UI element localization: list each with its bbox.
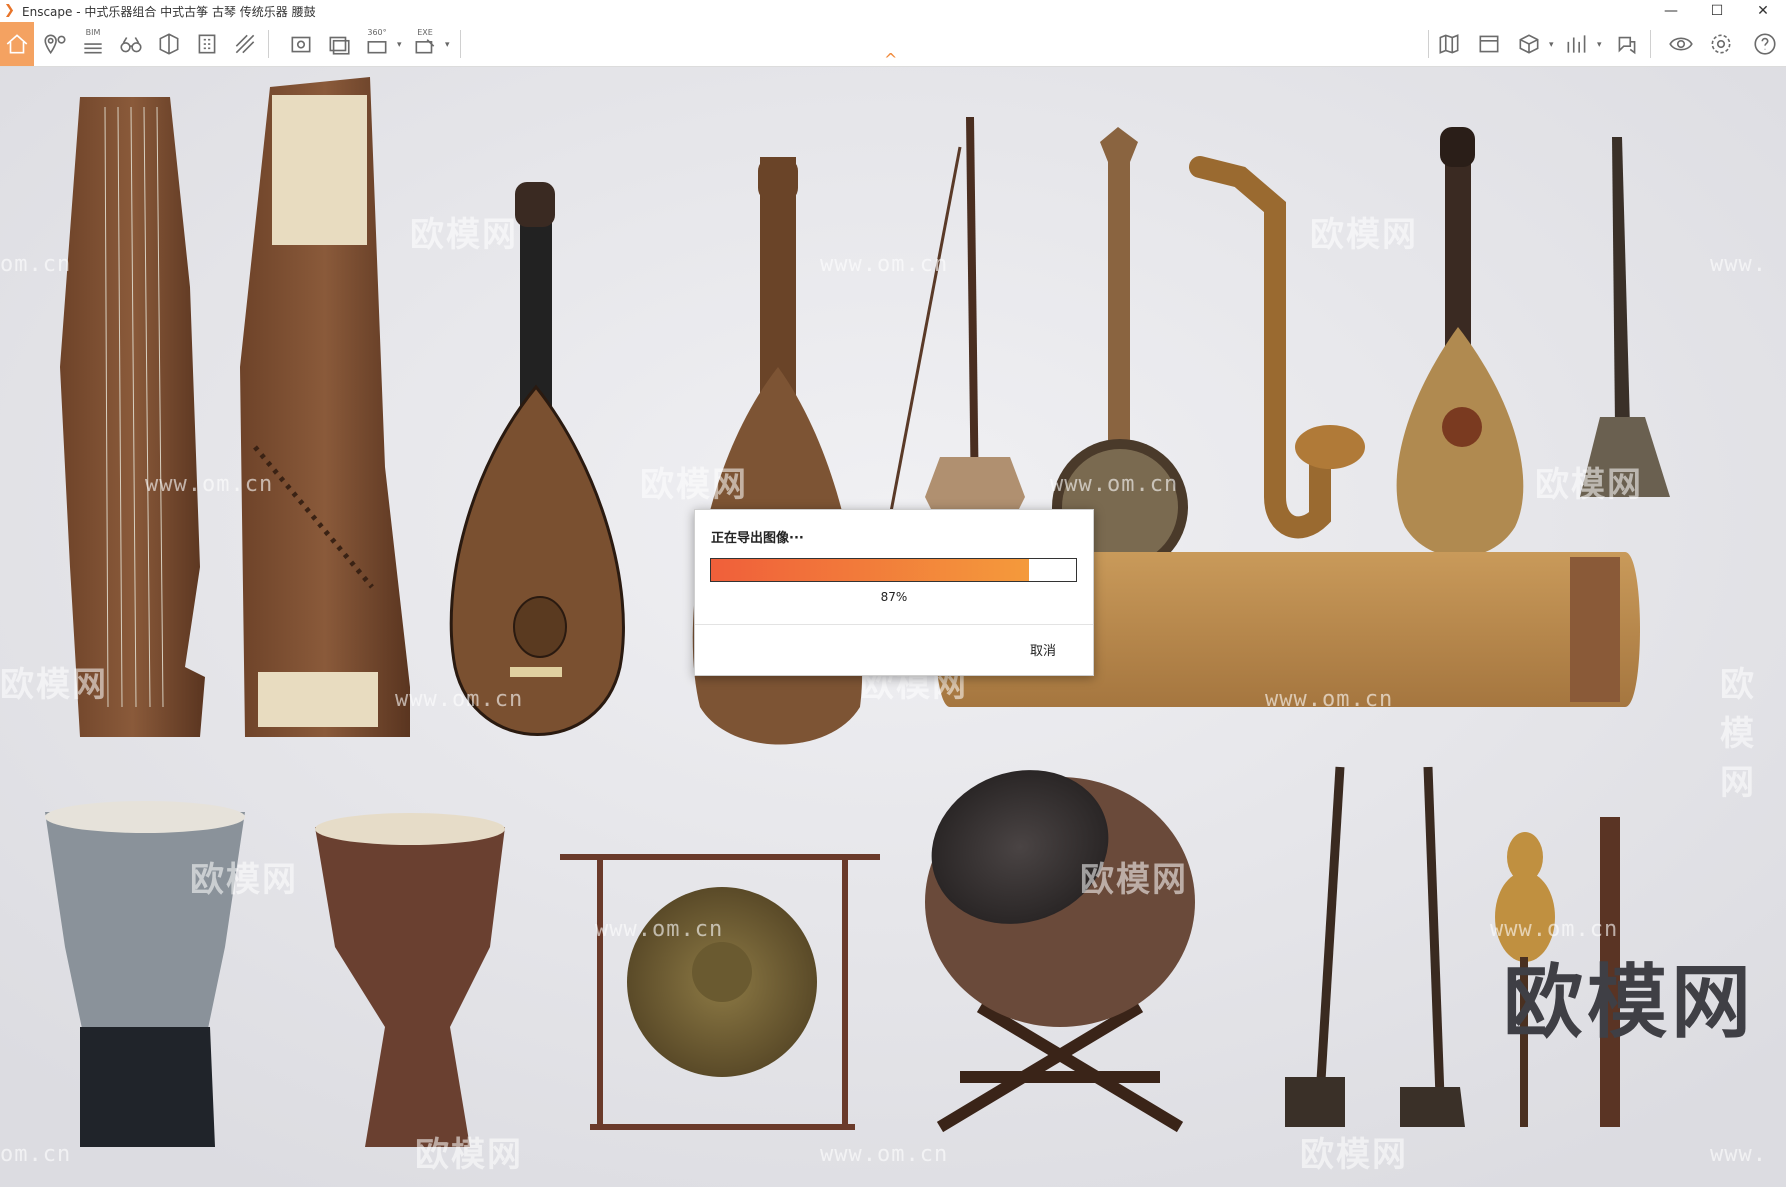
help-icon bbox=[1754, 33, 1776, 55]
materials-button[interactable] bbox=[228, 26, 262, 62]
watermark-brand: 欧模网 bbox=[1535, 465, 1643, 505]
watermark-url: www.om.cn bbox=[395, 687, 524, 712]
help-button[interactable] bbox=[1748, 26, 1782, 62]
watermark-brand: 欧模网 bbox=[1300, 1135, 1408, 1175]
batch-images-icon bbox=[329, 36, 350, 55]
home-button[interactable] bbox=[0, 22, 34, 66]
map-icon bbox=[1439, 34, 1459, 54]
watermark-brand: 欧模网 bbox=[1310, 215, 1418, 255]
toolbar-separator bbox=[268, 30, 269, 58]
camera-capture-icon bbox=[291, 36, 311, 53]
watermark-url: www.om.cn bbox=[1265, 687, 1394, 712]
views-icon bbox=[1479, 35, 1499, 53]
close-button[interactable]: ✕ bbox=[1740, 0, 1786, 22]
settings-button[interactable] bbox=[1704, 26, 1738, 62]
sync-button[interactable] bbox=[152, 26, 186, 62]
section-button[interactable] bbox=[1560, 26, 1594, 62]
watermark-url-partial: www. bbox=[1710, 252, 1767, 277]
material-edit-icon bbox=[235, 34, 255, 54]
watermark-url: www.om.cn bbox=[1050, 472, 1179, 497]
bim-label: BIM bbox=[85, 28, 101, 37]
watermark-url: www.om.cn bbox=[145, 472, 274, 497]
dialog-title: 正在导出图像··· bbox=[711, 531, 804, 546]
collaboration-button[interactable] bbox=[1610, 26, 1644, 62]
export-progress-fill bbox=[711, 559, 1029, 581]
gear-icon bbox=[1711, 34, 1731, 54]
watermark-url: www.om.cn bbox=[820, 1142, 949, 1167]
main-toolbar: BIM 360° ▾ EXE ▾ ^ ▾ ▾ bbox=[0, 22, 1786, 69]
bim-button[interactable]: BIM bbox=[76, 26, 110, 62]
panorama-button[interactable]: 360° bbox=[360, 26, 394, 62]
watermark-brand: 欧模网 bbox=[415, 1135, 523, 1175]
watermark-brand: 欧模网 bbox=[410, 215, 518, 255]
section-dropdown-icon[interactable]: ▾ bbox=[1597, 40, 1602, 50]
home-icon bbox=[6, 34, 28, 54]
toolbar-separator bbox=[1428, 30, 1429, 58]
panorama-dropdown-icon[interactable]: ▾ bbox=[397, 40, 402, 50]
toolbar-separator bbox=[460, 30, 461, 58]
watermark-url-partial: www. bbox=[1710, 1142, 1767, 1167]
exe-label: EXE bbox=[417, 28, 433, 37]
view-management-button[interactable] bbox=[1512, 26, 1546, 62]
eye-icon bbox=[1669, 37, 1693, 51]
minimize-button[interactable]: — bbox=[1648, 0, 1694, 22]
collaboration-icon bbox=[1618, 36, 1636, 55]
enscape-logo-icon: ❯ bbox=[4, 3, 15, 18]
watermark-brand: 欧模网 bbox=[640, 465, 748, 505]
window-title: Enscape - 中式乐器组合 中式古筝 古琴 传统乐器 腰鼓 bbox=[22, 4, 316, 19]
maximize-button[interactable]: ☐ bbox=[1694, 0, 1740, 22]
watermark-brand: 欧模网 bbox=[1080, 860, 1188, 900]
cube-sync-icon bbox=[159, 33, 179, 55]
watermark-url: www.om.cn bbox=[820, 252, 949, 277]
export-dropdown-icon[interactable]: ▾ bbox=[445, 40, 450, 50]
visual-settings-button[interactable] bbox=[1664, 26, 1698, 62]
watermark-url-partial: om.cn bbox=[0, 1142, 72, 1167]
panorama-label: 360° bbox=[367, 28, 387, 37]
view-management-dropdown-icon[interactable]: ▾ bbox=[1549, 40, 1554, 50]
title-bar: ❯ Enscape - 中式乐器组合 中式古筝 古琴 传统乐器 腰鼓 — ☐ ✕ bbox=[0, 0, 1786, 22]
map-pin-icon bbox=[44, 34, 66, 55]
watermark-url-partial: om.cn bbox=[0, 252, 72, 277]
watermark-url: www.om.cn bbox=[595, 917, 724, 942]
export-progress-bar bbox=[710, 558, 1077, 582]
progress-percent-label: 87% bbox=[880, 590, 908, 604]
screenshot-button[interactable] bbox=[284, 26, 318, 62]
watermark-brand-large: 欧模网 bbox=[1503, 956, 1755, 1049]
watermark-brand: 欧模网 bbox=[1720, 665, 1756, 803]
map-view-button[interactable] bbox=[1432, 26, 1466, 62]
building-icon bbox=[198, 34, 216, 54]
views-button[interactable] bbox=[1472, 26, 1506, 62]
watermark-brand: 欧模网 bbox=[0, 665, 108, 705]
dialog-divider bbox=[695, 624, 1093, 625]
box-view-icon bbox=[1519, 34, 1539, 54]
walk-mode-button[interactable] bbox=[114, 26, 148, 62]
export-exe-button[interactable]: EXE bbox=[408, 26, 442, 62]
section-cut-icon bbox=[1567, 35, 1586, 53]
cancel-button[interactable]: 取消 bbox=[1007, 635, 1079, 663]
export-progress-dialog: 正在导出图像··· 87% 取消 bbox=[694, 509, 1094, 676]
binoculars-icon bbox=[120, 37, 142, 53]
asset-library-button[interactable] bbox=[190, 26, 224, 62]
batch-render-button[interactable] bbox=[322, 26, 356, 62]
watermark-brand: 欧模网 bbox=[190, 860, 298, 900]
location-button[interactable] bbox=[38, 26, 72, 62]
toolbar-separator bbox=[1650, 30, 1651, 58]
